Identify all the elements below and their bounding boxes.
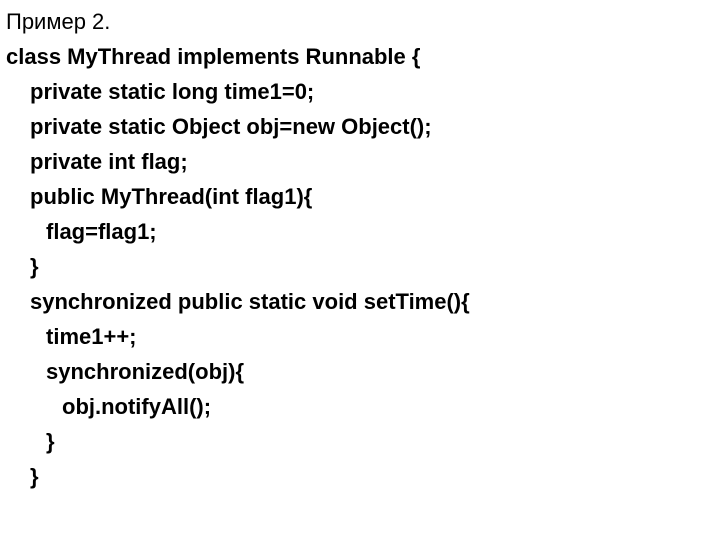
code-line: time1++; (6, 319, 714, 354)
code-line: private static Object obj=new Object(); (6, 109, 714, 144)
code-line: } (6, 459, 714, 494)
code-line: flag=flag1; (6, 214, 714, 249)
code-line: obj.notifyAll(); (6, 389, 714, 424)
code-line: synchronized public static void setTime(… (6, 284, 714, 319)
code-line: private static long time1=0; (6, 74, 714, 109)
document-page: Пример 2. class MyThread implements Runn… (0, 0, 720, 498)
code-line: synchronized(obj){ (6, 354, 714, 389)
code-line: } (6, 249, 714, 284)
code-line: } (6, 424, 714, 459)
code-line: public MyThread(int flag1){ (6, 179, 714, 214)
code-line: class MyThread implements Runnable { (6, 39, 714, 74)
example-title: Пример 2. (6, 4, 714, 39)
code-line: private int flag; (6, 144, 714, 179)
